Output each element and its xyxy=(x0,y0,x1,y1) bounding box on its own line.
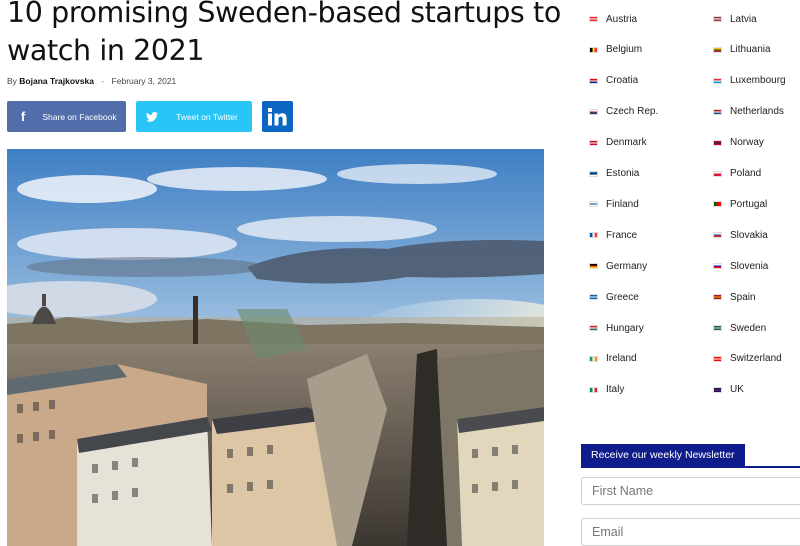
flag-icon xyxy=(589,263,598,270)
article-hero-image xyxy=(7,149,544,546)
facebook-icon: f xyxy=(20,109,26,124)
country-label: Latvia xyxy=(730,13,757,25)
flag-icon xyxy=(589,170,598,177)
flag-icon xyxy=(713,263,722,270)
flag-icon xyxy=(713,201,722,208)
flag-icon xyxy=(713,325,722,331)
country-link-netherlands[interactable]: Netherlands xyxy=(713,105,784,119)
author-link[interactable]: Bojana Trajkovska xyxy=(19,76,94,86)
country-link-sweden[interactable]: Sweden xyxy=(713,321,766,335)
country-link-italy[interactable]: Italy xyxy=(589,383,624,397)
share-facebook-button[interactable]: f Share on Facebook xyxy=(7,101,126,132)
country-link-norway[interactable]: Norway xyxy=(713,136,764,150)
flag-icon xyxy=(589,294,598,301)
country-label: UK xyxy=(730,384,744,396)
country-label: Estonia xyxy=(606,168,640,179)
flag-icon xyxy=(589,386,598,393)
country-label: Czech Rep. xyxy=(606,106,659,118)
flag-icon xyxy=(589,139,598,146)
flag-icon xyxy=(589,355,598,362)
first-name-field[interactable]: First Name xyxy=(581,477,800,505)
country-link-portugal[interactable]: Portugal xyxy=(713,197,767,211)
country-link-germany[interactable]: Germany xyxy=(589,259,647,273)
flag-icon xyxy=(713,232,722,239)
country-link-latvia[interactable]: Latvia xyxy=(713,12,757,26)
country-label: Lithuania xyxy=(730,44,771,56)
country-link-spain[interactable]: Spain xyxy=(713,290,756,304)
country-label: Luxembourg xyxy=(730,75,786,87)
flag-icon xyxy=(713,108,722,115)
email-field[interactable]: Email xyxy=(581,518,800,546)
linkedin-icon xyxy=(268,108,287,126)
country-link-poland[interactable]: Poland xyxy=(713,167,761,181)
by-label: By xyxy=(7,76,17,86)
tweet-twitter-button[interactable]: Tweet on Twitter xyxy=(136,101,252,132)
country-link-luxembourg[interactable]: Luxembourg xyxy=(713,74,786,88)
share-facebook-label: Share on Facebook xyxy=(42,111,117,122)
country-label: Slovakia xyxy=(730,229,768,241)
country-label: Belgium xyxy=(606,44,643,56)
flag-icon xyxy=(713,170,722,177)
country-label: Hungary xyxy=(606,322,644,334)
meta-separator: - xyxy=(101,76,105,86)
flag-icon xyxy=(589,201,598,208)
country-link-slovakia[interactable]: Slovakia xyxy=(713,228,768,242)
country-link-lithuania[interactable]: Lithuania xyxy=(713,43,771,57)
article-title: 10 promising Sweden-based startups to wa… xyxy=(7,0,561,67)
country-link-hungary[interactable]: Hungary xyxy=(589,321,644,335)
flag-icon xyxy=(713,77,722,84)
country-label: Poland xyxy=(730,168,762,179)
country-label: Austria xyxy=(606,13,638,25)
country-link-estonia[interactable]: Estonia xyxy=(589,167,639,181)
twitter-icon xyxy=(136,111,168,122)
country-link-finland[interactable]: Finland xyxy=(589,197,639,211)
flag-icon xyxy=(713,355,722,362)
flag-icon xyxy=(713,139,722,146)
flag-icon xyxy=(589,108,598,115)
country-label: Netherlands xyxy=(730,106,784,118)
country-label: Croatia xyxy=(606,75,639,87)
flag-icon xyxy=(589,232,598,239)
country-label: Norway xyxy=(730,137,764,149)
country-label: Switzerland xyxy=(730,353,782,365)
country-label: Denmark xyxy=(606,137,647,149)
publish-date: February 3, 2021 xyxy=(111,76,177,86)
country-label: Greece xyxy=(606,291,639,303)
flag-icon xyxy=(713,16,722,22)
country-label: Sweden xyxy=(730,322,767,334)
country-link-austria[interactable]: Austria xyxy=(589,12,637,26)
country-label: Slovenia xyxy=(730,260,769,272)
country-label: Germany xyxy=(606,260,648,272)
flag-icon xyxy=(589,77,598,84)
newsletter-divider xyxy=(581,466,800,468)
flag-icon xyxy=(589,325,598,331)
tweet-twitter-label: Tweet on Twitter xyxy=(176,111,238,122)
country-link-switzerland[interactable]: Switzerland xyxy=(713,352,782,366)
country-link-uk[interactable]: UK xyxy=(713,383,744,397)
country-label: Spain xyxy=(730,291,756,303)
country-link-slovenia[interactable]: Slovenia xyxy=(713,259,768,273)
country-link-denmark[interactable]: Denmark xyxy=(589,136,647,150)
flag-icon xyxy=(589,16,598,22)
flag-icon xyxy=(713,386,722,393)
country-link-czech-rep[interactable]: Czech Rep. xyxy=(589,105,658,119)
country-label: Ireland xyxy=(606,353,637,365)
article-meta: By Bojana Trajkovska - February 3, 2021 xyxy=(7,76,176,86)
country-link-croatia[interactable]: Croatia xyxy=(589,74,638,88)
country-label: Finland xyxy=(606,198,639,210)
flag-icon xyxy=(589,46,598,53)
country-link-ireland[interactable]: Ireland xyxy=(589,352,637,366)
country-label: France xyxy=(606,229,638,241)
country-label: Italy xyxy=(606,384,625,396)
flag-icon xyxy=(713,46,722,53)
country-link-greece[interactable]: Greece xyxy=(589,290,639,304)
country-link-belgium[interactable]: Belgium xyxy=(589,43,642,57)
country-label: Portugal xyxy=(730,198,768,210)
linkedin-share-button[interactable] xyxy=(262,101,293,132)
flag-icon xyxy=(713,294,722,301)
country-link-france[interactable]: France xyxy=(589,228,637,242)
newsletter-heading: Receive our weekly Newsletter xyxy=(581,444,745,466)
